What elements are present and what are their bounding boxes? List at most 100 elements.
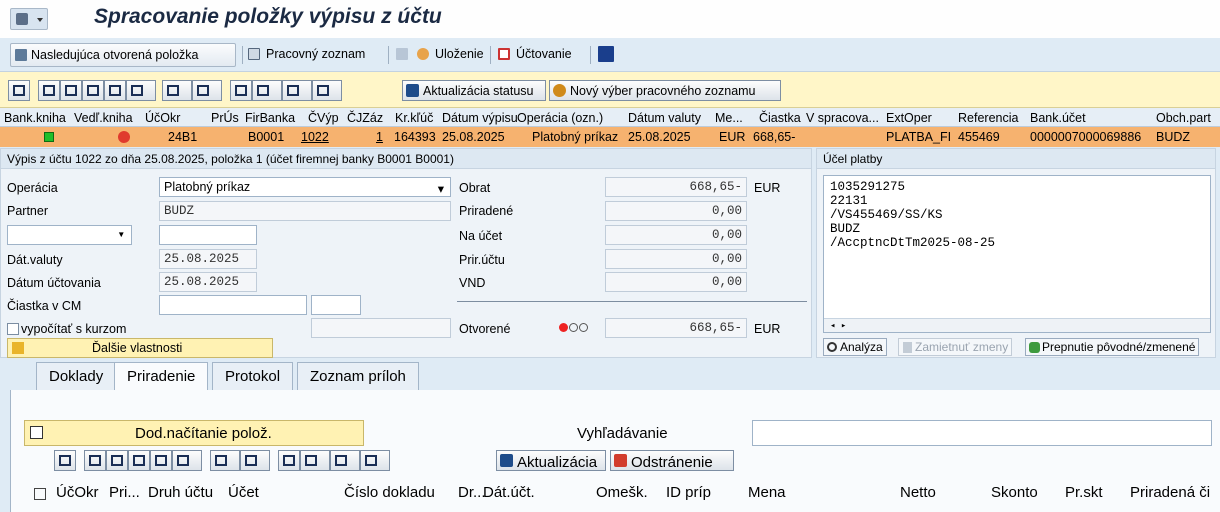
more-properties-button[interactable]: Ďalšie vlastnosti (7, 338, 273, 358)
amount-cm-field[interactable] (159, 295, 307, 315)
vnd-field[interactable]: 0,00 (605, 272, 747, 292)
table-row[interactable]: 24B1 B0001 1022 1 164393 25.08.2025 Plat… (0, 127, 1220, 147)
posting-icon (498, 48, 510, 60)
print-icon[interactable] (230, 80, 252, 101)
column-header[interactable]: ČVýp (308, 111, 339, 125)
sort-ascending-icon[interactable] (38, 80, 60, 101)
partner-field[interactable]: BUDZ (159, 201, 451, 221)
worklist-button[interactable]: Pracovný zoznam (248, 43, 365, 67)
payment-purpose-textarea[interactable]: 1035291275 22131 /VS455469/SS/KS BUDZ /A… (823, 175, 1211, 333)
find-icon[interactable] (128, 450, 150, 471)
subtotal-icon[interactable] (240, 450, 270, 471)
info-button[interactable] (598, 43, 616, 67)
refresh-status-button[interactable]: Aktualizácia statusu (402, 80, 546, 101)
sort-descending-icon[interactable] (60, 80, 82, 101)
views-icon[interactable] (300, 450, 330, 471)
account-assignment-field[interactable]: 0,00 (605, 249, 747, 269)
app-menu-button[interactable] (10, 8, 48, 30)
column-header[interactable]: Vedľ.kniha (74, 111, 133, 125)
posting-date-field[interactable]: 25.08.2025 (159, 272, 257, 292)
column-header[interactable]: Číslo dokladu (344, 484, 435, 501)
column-header[interactable]: Bank.kniha (4, 111, 66, 125)
analyze-button[interactable]: Analýza (823, 338, 887, 356)
column-header[interactable]: Operácia (ozn.) (517, 111, 603, 125)
sort-ascending-icon[interactable] (84, 450, 106, 471)
column-header[interactable]: Me... (715, 111, 743, 125)
find-icon[interactable] (82, 80, 104, 101)
sort-descending-icon[interactable] (106, 450, 128, 471)
column-header[interactable]: V spracova... (806, 111, 879, 125)
column-header[interactable]: Omešk. (596, 484, 648, 501)
column-header[interactable]: Účet (228, 484, 259, 501)
partner-type-select[interactable]: ▾ (7, 225, 132, 245)
open-amount-field[interactable]: 668,65- (605, 318, 747, 338)
column-header[interactable]: Čiastka (759, 111, 801, 125)
exchange-rate-field[interactable] (311, 318, 451, 338)
print-icon[interactable] (278, 450, 300, 471)
sum-icon[interactable] (162, 80, 192, 101)
column-header[interactable]: Druh účtu (148, 484, 213, 501)
views-icon[interactable] (252, 80, 282, 101)
save-button[interactable]: Uloženie (417, 43, 484, 67)
tab-doklady[interactable]: Doklady (36, 362, 117, 390)
additional-load-items-button[interactable]: Dod.načítanie polož. (24, 420, 364, 446)
layout-icon[interactable] (360, 450, 390, 471)
new-worklist-selection-button[interactable]: Nový výber pracovného zoznamu (549, 80, 781, 101)
change-icon[interactable] (396, 43, 414, 67)
export-icon[interactable] (282, 80, 312, 101)
exchange-rate-checkbox[interactable] (7, 323, 19, 335)
column-header[interactable]: Dát.účt. (483, 484, 535, 501)
column-header[interactable]: PrÚs (211, 111, 239, 125)
column-header[interactable]: Skonto (991, 484, 1038, 501)
details-icon[interactable] (8, 80, 30, 101)
column-header[interactable]: ExtOper (886, 111, 932, 125)
column-header[interactable]: Dátum výpisu (442, 111, 518, 125)
column-header[interactable]: Priradená či (1130, 484, 1210, 501)
search-input[interactable] (752, 420, 1212, 446)
column-header[interactable]: Dátum valuty (628, 111, 701, 125)
next-open-item-button[interactable]: Nasledujúca otvorená položka (10, 43, 236, 67)
column-header[interactable]: Mena (748, 484, 786, 501)
column-header[interactable]: ÚčOkr (56, 484, 99, 501)
layout-icon[interactable] (312, 80, 342, 101)
find-next-icon[interactable] (104, 80, 126, 101)
column-header[interactable]: Dr... (458, 484, 486, 501)
tab-zoznam-priloh[interactable]: Zoznam príloh (297, 362, 419, 390)
column-header[interactable]: Kr.kľúč (395, 111, 433, 125)
details-icon[interactable] (54, 450, 76, 471)
subtotal-icon[interactable] (192, 80, 222, 101)
statement-number-link[interactable]: 1022 (301, 130, 329, 144)
sum-icon[interactable] (210, 450, 240, 471)
column-header[interactable]: ID príp (666, 484, 711, 501)
tab-priradenie[interactable]: Priradenie (114, 362, 209, 390)
posting-button[interactable]: Účtovanie (498, 43, 572, 67)
assigned-field[interactable]: 0,00 (605, 201, 747, 221)
operation-select[interactable]: Platobný príkaz ▾ (159, 177, 451, 197)
column-header[interactable]: FirBanka (245, 111, 295, 125)
column-header[interactable]: Pri... (109, 484, 140, 501)
column-header[interactable]: Netto (900, 484, 936, 501)
reject-changes-button[interactable]: Zamietnuť zmeny (898, 338, 1013, 356)
turnover-field[interactable]: 668,65- (605, 177, 747, 197)
column-header[interactable]: ÚčOkr (145, 111, 180, 125)
filter-icon[interactable] (126, 80, 156, 101)
tab-protokol[interactable]: Protokol (212, 362, 294, 390)
find-next-icon[interactable] (150, 450, 172, 471)
column-header[interactable]: Pr.skt (1065, 484, 1103, 501)
column-header[interactable]: Bank.účet (1030, 111, 1086, 125)
column-header[interactable]: Obch.part (1156, 111, 1211, 125)
value-date-field[interactable]: 25.08.2025 (159, 249, 257, 269)
filter-icon[interactable] (172, 450, 202, 471)
column-header[interactable]: ČJZáz (347, 111, 383, 125)
select-all-icon[interactable] (34, 488, 46, 500)
item-number-link[interactable]: 1 (376, 130, 383, 144)
amount-cm-currency-field[interactable] (311, 295, 361, 315)
export-icon[interactable] (330, 450, 360, 471)
horizontal-scrollbar[interactable]: ◂ ▸ (824, 318, 1210, 332)
partner-extra-field[interactable] (159, 225, 257, 245)
on-account-field[interactable]: 0,00 (605, 225, 747, 245)
remove-button[interactable]: Odstránenie (610, 450, 734, 471)
refresh-button[interactable]: Aktualizácia (496, 450, 606, 471)
switch-original-changed-button[interactable]: Prepnutie pôvodné/zmenené (1025, 338, 1200, 356)
column-header[interactable]: Referencia (958, 111, 1018, 125)
